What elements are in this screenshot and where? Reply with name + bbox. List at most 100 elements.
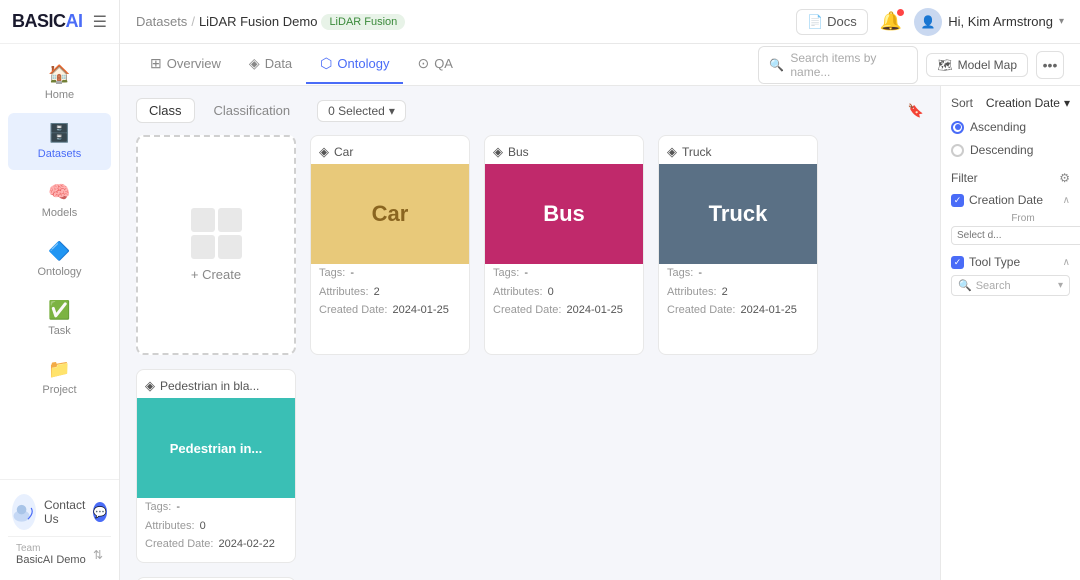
tool-type-label: Tool Type bbox=[969, 255, 1020, 269]
bookmark-button[interactable]: 🔖 bbox=[908, 103, 924, 119]
card-truck-meta: Tags: - Attributes: 2 Created Date: 2024… bbox=[659, 264, 817, 328]
sidebar-item-ontology[interactable]: 🔷 Ontology bbox=[8, 231, 111, 288]
task-icon: ✅ bbox=[48, 300, 70, 321]
sidebar-item-project[interactable]: 📁 Project bbox=[8, 349, 111, 406]
card-pedestrian-title: Pedestrian in bla... bbox=[160, 379, 259, 393]
sort-dropdown-icon: ▾ bbox=[1064, 96, 1070, 110]
filter-header: Filter ⚙ bbox=[951, 171, 1070, 185]
filter-label: Filter bbox=[951, 171, 978, 185]
from-label: From bbox=[951, 213, 1080, 224]
datasets-icon: 🗄️ bbox=[48, 123, 70, 144]
selected-count-value: 0 Selected bbox=[328, 104, 385, 118]
docs-button[interactable]: 📄 Docs bbox=[796, 9, 868, 35]
model-map-icon: 🗺 bbox=[937, 58, 952, 72]
more-icon: ••• bbox=[1043, 57, 1058, 73]
card-car-title: Car bbox=[334, 145, 353, 159]
card-truck-type-icon: ◈ bbox=[667, 144, 677, 160]
contact-badge: 💬 bbox=[93, 502, 107, 522]
filter-creation-date: Creation Date ∧ From To bbox=[951, 193, 1070, 245]
user-menu[interactable]: 👤 Hi, Kim Armstrong ▾ bbox=[914, 8, 1064, 36]
tabs-bar: ⊞ Overview ◈ Data ⬡ Ontology ⊙ QA 🔍 Sear… bbox=[120, 44, 1080, 86]
team-name: BasicAI Demo bbox=[16, 554, 86, 566]
tab-overview-label: Overview bbox=[167, 56, 221, 71]
sidebar-item-task[interactable]: ✅ Task bbox=[8, 290, 111, 347]
filter-settings-icon[interactable]: ⚙ bbox=[1059, 171, 1070, 185]
more-options-button[interactable]: ••• bbox=[1036, 51, 1064, 79]
sidebar-datasets-label: Datasets bbox=[38, 148, 81, 160]
breadcrumb-separator: / bbox=[191, 14, 195, 29]
card-pedestrian[interactable]: ◈ Pedestrian in bla... Pedestrian in... … bbox=[136, 369, 296, 563]
contact-us-area[interactable]: Contact Us 💬 bbox=[8, 488, 111, 536]
sidebar-item-models[interactable]: 🧠 Models bbox=[8, 172, 111, 229]
card-pedestrian-header: ◈ Pedestrian in bla... bbox=[137, 370, 295, 398]
card-pedestrian-meta: Tags: - Attributes: 0 Created Date: 2024… bbox=[137, 498, 295, 562]
sort-ascending[interactable]: Ascending bbox=[951, 118, 1070, 136]
selected-count[interactable]: 0 Selected ▾ bbox=[317, 100, 406, 122]
breadcrumb: Datasets / LiDAR Fusion Demo LiDAR Fusio… bbox=[136, 14, 405, 30]
sidebar-ontology-label: Ontology bbox=[37, 266, 81, 278]
sort-value-dropdown[interactable]: Creation Date ▾ bbox=[986, 96, 1070, 110]
notification-button[interactable]: 🔔 bbox=[880, 11, 902, 32]
card-bus-thumb: Bus bbox=[485, 164, 643, 264]
sort-descending[interactable]: Descending bbox=[951, 141, 1070, 159]
sidebar-item-datasets[interactable]: 🗄️ Datasets bbox=[8, 113, 111, 170]
filter-tool-type: Tool Type ∧ 🔍 Search ▾ bbox=[951, 255, 1070, 296]
team-info: Team BasicAI Demo bbox=[16, 543, 86, 566]
project-icon: 📁 bbox=[48, 359, 70, 380]
date-from-input[interactable] bbox=[951, 226, 1080, 245]
docs-label: Docs bbox=[827, 14, 857, 29]
card-bus-header: ◈ Bus bbox=[485, 136, 643, 164]
filter-creation-date-header[interactable]: Creation Date ∧ bbox=[951, 193, 1070, 207]
tool-type-chevron: ∧ bbox=[1063, 257, 1070, 268]
model-map-label: Model Map bbox=[958, 58, 1017, 72]
filter-section: Filter ⚙ Creation Date ∧ From bbox=[951, 171, 1070, 296]
creation-date-checkbox bbox=[951, 194, 964, 207]
tool-type-search[interactable]: 🔍 Search ▾ bbox=[951, 275, 1070, 296]
data-tab-icon: ◈ bbox=[249, 55, 260, 72]
sidebar-item-home[interactable]: 🏠 Home bbox=[8, 54, 111, 111]
breadcrumb-datasets[interactable]: Datasets bbox=[136, 14, 187, 29]
main-content: Datasets / LiDAR Fusion Demo LiDAR Fusio… bbox=[120, 0, 1080, 580]
notification-dot bbox=[897, 9, 904, 16]
filter-tool-type-header[interactable]: Tool Type ∧ bbox=[951, 255, 1070, 269]
models-icon: 🧠 bbox=[48, 182, 70, 203]
create-card[interactable]: + Create bbox=[136, 135, 296, 355]
team-label: Team bbox=[16, 543, 86, 554]
tab-data[interactable]: ◈ Data bbox=[235, 45, 306, 84]
tab-qa[interactable]: ⊙ QA bbox=[403, 45, 467, 84]
menu-toggle-icon[interactable]: ☰ bbox=[93, 12, 107, 32]
card-car-type-icon: ◈ bbox=[319, 144, 329, 160]
card-bus-meta: Tags: - Attributes: 0 Created Date: 2024… bbox=[485, 264, 643, 328]
card-truck-title: Truck bbox=[682, 145, 712, 159]
sort-header-row: Sort Creation Date ▾ bbox=[951, 96, 1070, 110]
selected-dropdown-icon: ▾ bbox=[389, 104, 395, 118]
overview-tab-icon: ⊞ bbox=[150, 55, 162, 72]
ontology-tab-icon: ⬡ bbox=[320, 55, 332, 72]
tab-overview[interactable]: ⊞ Overview bbox=[136, 45, 235, 84]
creation-date-chevron: ∧ bbox=[1063, 195, 1070, 206]
card-truck[interactable]: ◈ Truck Truck Tags: - Attributes: 2 Crea… bbox=[658, 135, 818, 355]
classification-button[interactable]: Classification bbox=[201, 98, 304, 123]
tool-type-search-placeholder: Search bbox=[976, 280, 1011, 292]
search-placeholder: Search items by name... bbox=[790, 51, 907, 79]
model-map-button[interactable]: 🗺 Model Map bbox=[926, 53, 1028, 77]
tab-ontology[interactable]: ⬡ Ontology bbox=[306, 45, 403, 84]
user-name: Hi, Kim Armstrong bbox=[948, 14, 1053, 29]
app-header: Datasets / LiDAR Fusion Demo LiDAR Fusio… bbox=[120, 0, 1080, 44]
sort-value-text: Creation Date bbox=[986, 96, 1060, 110]
logo: BASICAI bbox=[12, 11, 83, 32]
search-input[interactable]: 🔍 Search items by name... bbox=[758, 46, 918, 84]
card-bus[interactable]: ◈ Bus Bus Tags: - Attributes: 0 Created … bbox=[484, 135, 644, 355]
card-bus-type-icon: ◈ bbox=[493, 144, 503, 160]
filter-sidebar: Sort Creation Date ▾ Ascending Descendin… bbox=[940, 86, 1080, 580]
team-row[interactable]: Team BasicAI Demo ⇅ bbox=[8, 536, 111, 572]
class-button[interactable]: Class bbox=[136, 98, 195, 123]
sort-section: Sort Creation Date ▾ Ascending Descendin… bbox=[951, 96, 1070, 159]
card-car[interactable]: ◈ Car Car Tags: - Attributes: 2 Created … bbox=[310, 135, 470, 355]
qa-tab-icon: ⊙ bbox=[417, 55, 429, 72]
descending-radio bbox=[951, 144, 964, 157]
date-from-col: From bbox=[951, 213, 1080, 245]
card-car-thumb: Car bbox=[311, 164, 469, 264]
sidebar-nav: 🏠 Home 🗄️ Datasets 🧠 Models 🔷 Ontology ✅… bbox=[0, 44, 119, 479]
sidebar: BASICAI ☰ 🏠 Home 🗄️ Datasets 🧠 Models 🔷 … bbox=[0, 0, 120, 580]
